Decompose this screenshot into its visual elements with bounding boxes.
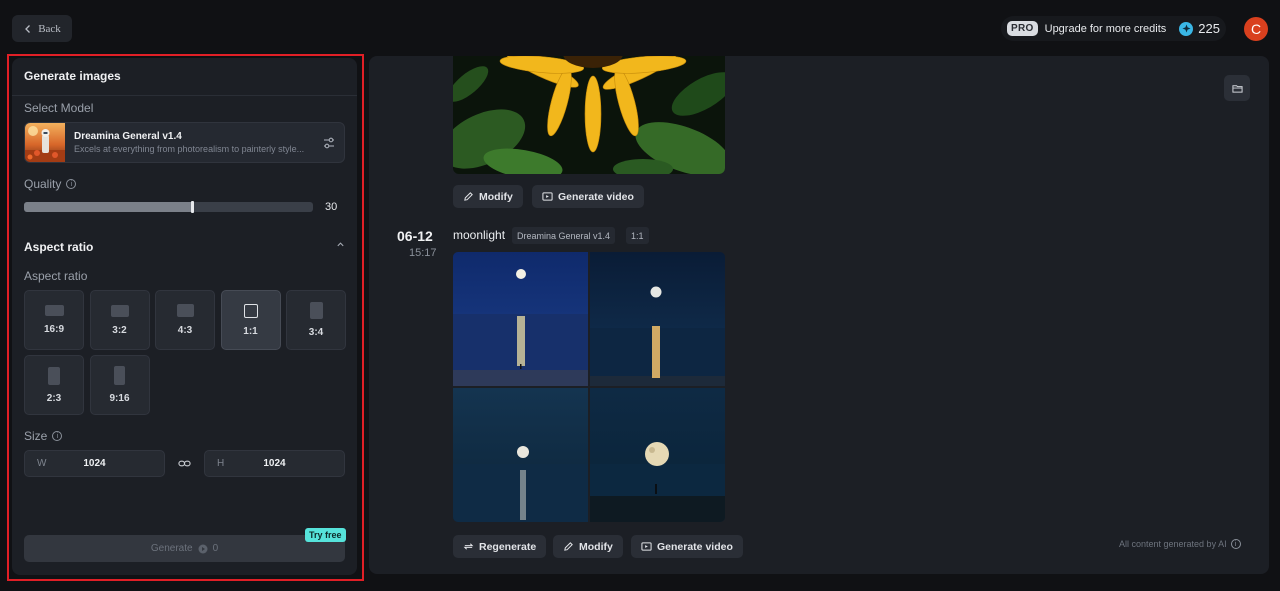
sliders-icon[interactable] xyxy=(322,136,336,150)
aspect-ratio-label-text: 3:4 xyxy=(308,327,324,338)
entry-date: 06-12 xyxy=(397,228,433,244)
model-thumbnail xyxy=(25,123,65,162)
width-prefix: W xyxy=(37,458,47,469)
quality-slider-thumb[interactable] xyxy=(190,201,194,213)
info-icon[interactable]: i xyxy=(66,179,77,189)
video-add-icon xyxy=(542,192,553,201)
select-model-label: Select Model xyxy=(24,101,94,115)
pencil-icon xyxy=(464,192,473,201)
modify-button[interactable]: Modify xyxy=(453,185,523,208)
back-label: Back xyxy=(38,22,61,35)
folder-icon xyxy=(1231,84,1243,93)
aspect-ratio-label: Aspect ratio xyxy=(24,269,88,283)
chevron-up-icon[interactable] xyxy=(336,240,345,249)
generate-video-button[interactable]: Generate video xyxy=(532,185,644,208)
chevron-left-icon xyxy=(25,24,31,33)
credit-star-icon xyxy=(1179,21,1194,36)
aspect-ratio-shape xyxy=(110,304,129,317)
model-name: Dreamina General v1.4 xyxy=(74,131,182,142)
aspect-ratio-shape xyxy=(309,302,323,319)
aspect-ratio-label-text: 9:16 xyxy=(109,393,130,404)
info-icon[interactable]: i xyxy=(1230,539,1241,549)
upgrade-label: Upgrade for more credits xyxy=(1044,22,1167,35)
generated-image-moonlight-4 xyxy=(590,388,725,522)
generate-label: Generate xyxy=(150,543,193,554)
modify-button-2[interactable]: Modify xyxy=(553,535,623,558)
folder-button[interactable] xyxy=(1224,75,1250,101)
top-right-toolbar: PRO Upgrade for more credits 225 C xyxy=(1001,16,1268,41)
quality-value: 30 xyxy=(325,201,338,213)
aspect-ratio-2-3[interactable]: 2:3 xyxy=(24,355,84,415)
quality-label: Quality i xyxy=(24,177,77,191)
model-description: Excels at everything from photorealism t… xyxy=(74,144,305,154)
aspect-ratio-label-text: 1:1 xyxy=(243,325,258,337)
generated-image-moonlight-2 xyxy=(590,252,725,386)
aspect-ratio-label-text: 2:3 xyxy=(46,392,62,404)
model-selector[interactable]: Dreamina General v1.4 Excels at everythi… xyxy=(24,122,345,163)
height-input[interactable]: H 1024 xyxy=(204,450,345,477)
generate-cost: 0 xyxy=(212,543,219,554)
info-icon[interactable]: i xyxy=(52,431,63,441)
generate-panel: Generate images Select Model Dreamina Ge… xyxy=(12,58,357,575)
aspect-ratio-shape xyxy=(48,366,60,385)
refresh-icon xyxy=(463,543,474,550)
avatar[interactable]: C xyxy=(1244,16,1268,41)
video-add-icon xyxy=(641,542,652,551)
generated-image-moonlight-3 xyxy=(453,388,588,522)
ratio-tag: 1:1 xyxy=(626,227,649,244)
aspect-ratio-shape xyxy=(114,366,125,385)
link-icon[interactable] xyxy=(178,457,191,470)
aspect-ratio-4-3[interactable]: 4:3 xyxy=(155,290,215,350)
quality-slider-fill xyxy=(24,202,192,212)
try-free-badge: Try free xyxy=(305,528,346,542)
pencil-icon xyxy=(564,542,573,551)
aspect-ratio-label-text: 3:2 xyxy=(112,324,127,336)
entry-prompt: moonlight xyxy=(453,228,506,242)
entry-time: 15:17 xyxy=(409,247,437,259)
pro-badge: PRO xyxy=(1007,21,1038,36)
aspect-ratio-1-1[interactable]: 1:1 xyxy=(220,290,281,350)
model-tag: Dreamina General v1.4 xyxy=(512,227,616,244)
aspect-ratio-shape xyxy=(44,305,64,316)
credits-display: 225 xyxy=(1179,21,1220,36)
aspect-ratio-label-text: 16:9 xyxy=(43,324,64,335)
upgrade-button[interactable]: PRO Upgrade for more credits 225 xyxy=(1001,16,1226,41)
height-value: 1024 xyxy=(263,458,286,469)
aspect-ratio-9-16[interactable]: 9:16 xyxy=(89,355,150,415)
regenerate-button[interactable]: Regenerate xyxy=(453,535,547,558)
height-prefix: H xyxy=(217,458,225,469)
aspect-ratio-16-9[interactable]: 16:9 xyxy=(24,290,84,350)
credits-count: 225 xyxy=(1198,21,1220,36)
aspect-ratio-section-header[interactable]: Aspect ratio xyxy=(24,240,345,254)
aspect-ratio-3-2[interactable]: 3:2 xyxy=(89,290,150,350)
generate-button[interactable]: Generate 0 xyxy=(24,535,345,562)
generated-image-sunflower[interactable] xyxy=(453,56,725,174)
generated-image-moonlight-1 xyxy=(453,252,588,386)
size-label: Size i xyxy=(24,429,63,443)
back-button[interactable]: Back xyxy=(12,15,72,42)
generate-video-button-2[interactable]: Generate video xyxy=(631,535,743,558)
width-input[interactable]: W 1024 xyxy=(24,450,165,477)
aspect-ratio-3-4[interactable]: 3:4 xyxy=(286,290,346,350)
quality-slider[interactable] xyxy=(24,201,313,213)
moonlight-image-grid xyxy=(453,252,725,522)
aspect-ratio-label-text: 4:3 xyxy=(177,325,193,336)
aspect-ratio-shape xyxy=(243,303,258,318)
panel-title: Generate images xyxy=(12,58,357,96)
results-panel: Modify Generate video 06-12 15:17 moonli… xyxy=(369,56,1269,574)
aspect-ratio-shape xyxy=(176,304,194,317)
credit-coin-icon xyxy=(198,544,208,553)
ai-content-note: All content generated by AI i xyxy=(1119,539,1241,549)
